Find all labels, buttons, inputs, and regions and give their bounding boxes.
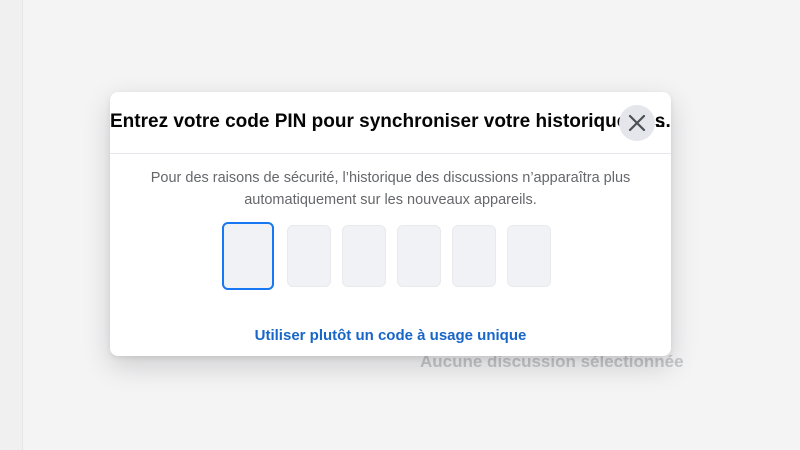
pin-digit-5[interactable] <box>452 225 496 287</box>
pin-input-group <box>222 222 551 290</box>
pin-digit-2[interactable] <box>287 225 331 287</box>
dialog-title: Entrez votre code PIN pour synchroniser … <box>110 111 671 132</box>
description-line-1: Pour des raisons de sécurité, l’historiq… <box>150 170 631 186</box>
title-ellipsis: ... <box>655 111 671 132</box>
dialog-header: Entrez votre code PIN pour synchroniser … <box>110 92 671 154</box>
close-icon <box>628 114 646 132</box>
sidebar-pane <box>0 0 23 450</box>
pin-dialog: Entrez votre code PIN pour synchroniser … <box>110 92 671 356</box>
dialog-description: Pour des raisons de sécurité, l’historiq… <box>110 167 671 211</box>
pin-digit-1[interactable] <box>222 222 274 290</box>
pin-digit-6[interactable] <box>507 225 551 287</box>
use-one-time-code-link[interactable]: Utiliser plutôt un code à usage unique <box>110 327 671 344</box>
pin-digit-3[interactable] <box>342 225 386 287</box>
close-button[interactable] <box>619 105 655 141</box>
description-line-2: automatiquement sur les nouveaux apparei… <box>244 192 537 208</box>
pin-digit-4[interactable] <box>397 225 441 287</box>
